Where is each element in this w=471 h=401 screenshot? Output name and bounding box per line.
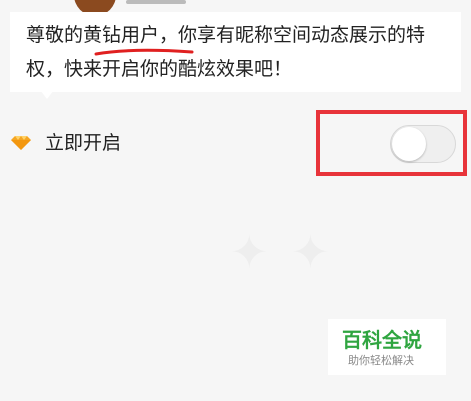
top-strip	[0, 0, 471, 16]
notice-highlight: 黄钻用户	[83, 24, 160, 46]
baike-logo: 百科全说 助你轻松解决	[328, 319, 446, 375]
notice-text-before: 尊敬的	[26, 24, 84, 46]
notice-text: 尊敬的黄钻用户，你享有昵称空间动态展示的特权，快来开启你的酷炫效果吧！	[26, 18, 456, 86]
vip-notice-card: 尊敬的黄钻用户，你享有昵称空间动态展示的特权，快来开启你的酷炫效果吧！	[10, 12, 461, 92]
faint-watermark: ✦ ✦	[230, 225, 334, 279]
highlight-underline-mark	[94, 48, 194, 56]
diamond-icon	[11, 136, 31, 150]
username-placeholder	[126, 0, 186, 4]
highlight-annotation-box	[316, 110, 467, 176]
enable-label: 立即开启	[45, 132, 122, 154]
logo-title: 百科全说	[342, 328, 422, 352]
notice-pointer	[40, 90, 54, 99]
logo-subtitle: 助你轻松解决	[348, 354, 414, 367]
